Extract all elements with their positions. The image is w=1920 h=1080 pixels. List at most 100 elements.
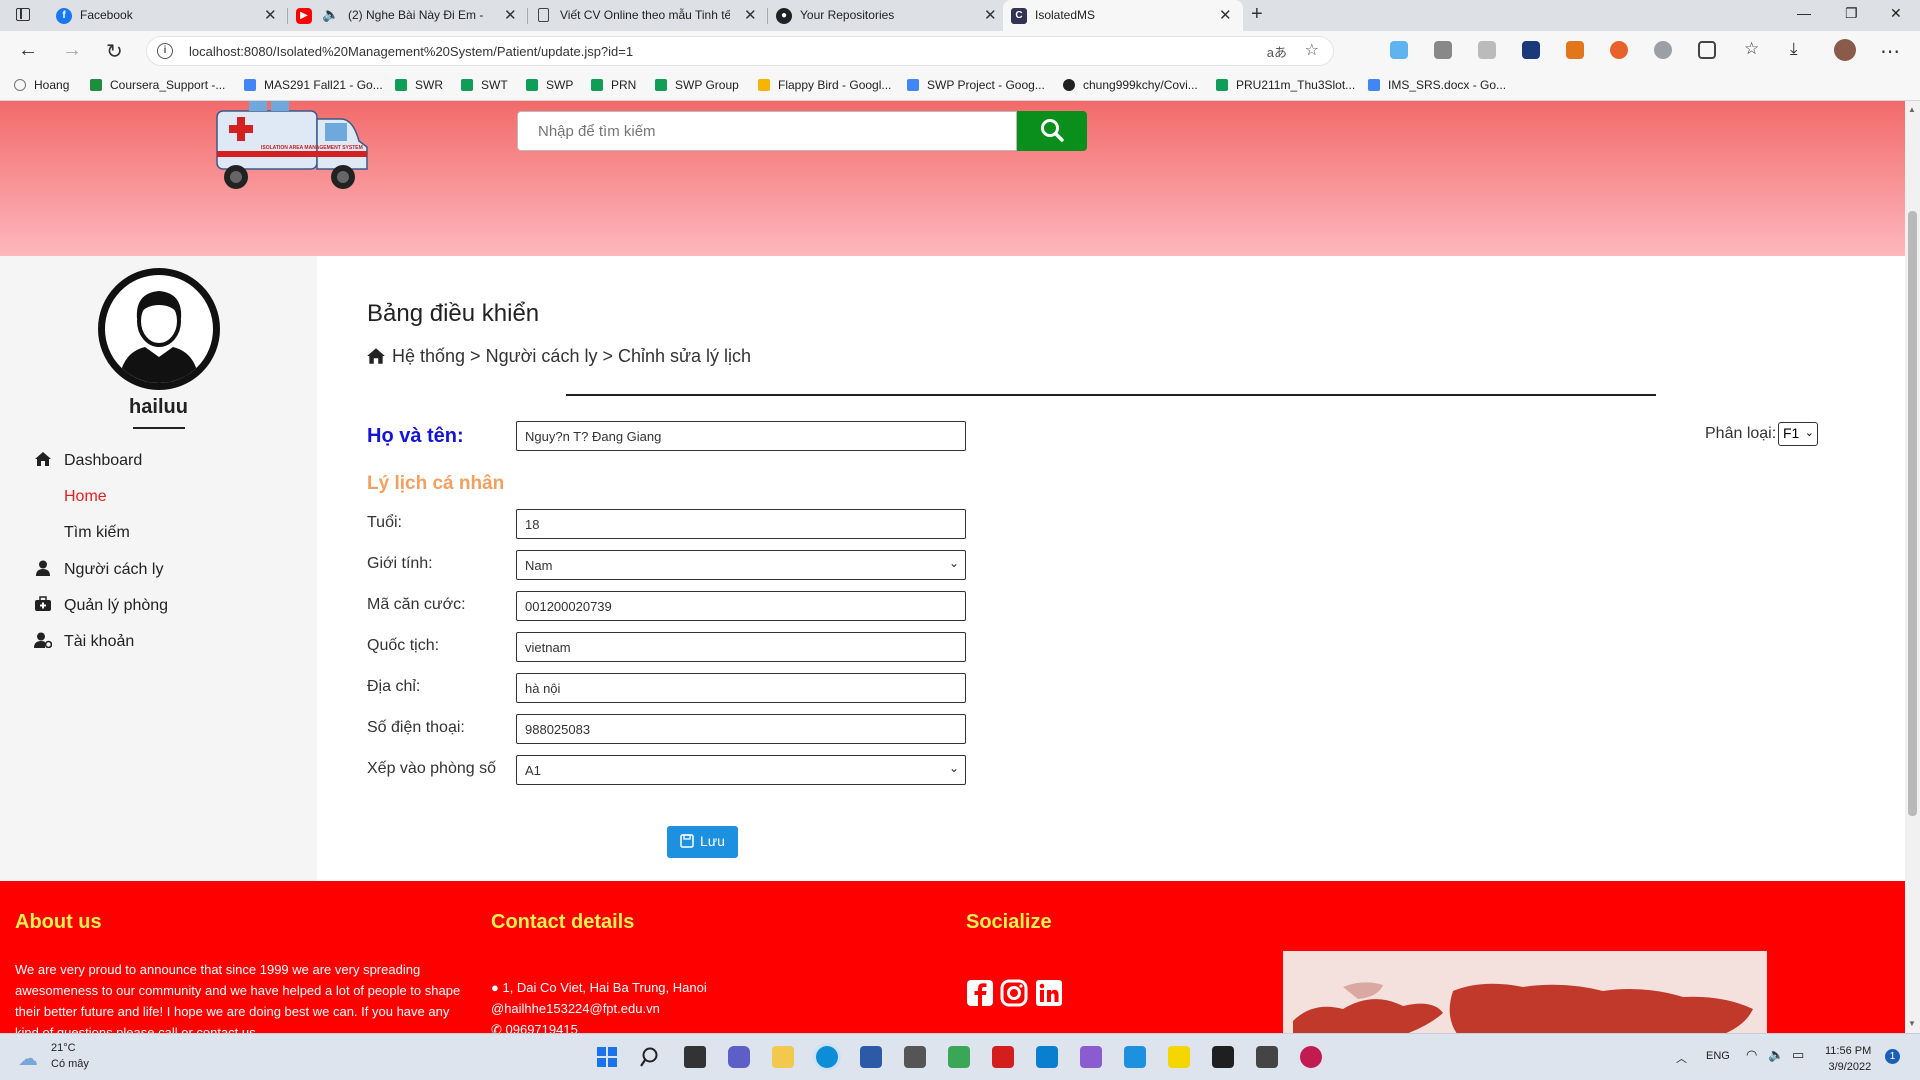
scrollbar-thumb[interactable] bbox=[1908, 211, 1917, 816]
wifi-icon[interactable]: ◠ bbox=[1746, 1047, 1757, 1063]
breadcrumb-text[interactable]: Hệ thống > Người cách ly > Chỉnh sửa lý … bbox=[392, 346, 751, 366]
visual-studio-icon[interactable] bbox=[1080, 1046, 1102, 1068]
phone-input[interactable]: 988025083 bbox=[516, 714, 966, 744]
more-icon[interactable]: ⋯ bbox=[1880, 39, 1900, 64]
bookmark-item[interactable]: PRU211m_Thu3Slot... bbox=[1216, 78, 1355, 92]
close-window-icon[interactable]: ✕ bbox=[1890, 5, 1902, 22]
close-icon[interactable]: ✕ bbox=[744, 6, 757, 24]
back-icon[interactable]: ← bbox=[18, 39, 38, 62]
extension-icon[interactable] bbox=[1654, 41, 1672, 59]
search-button[interactable] bbox=[1017, 111, 1087, 151]
tab-isolatedms[interactable]: C IsolatedMS ✕ bbox=[1003, 0, 1243, 31]
edge-browser-icon[interactable] bbox=[816, 1046, 838, 1068]
todo-icon[interactable] bbox=[1124, 1046, 1146, 1068]
sidebar-item-rooms[interactable]: Quản lý phòng bbox=[34, 596, 168, 615]
close-icon[interactable]: ✕ bbox=[504, 6, 517, 24]
sidebar-item-home[interactable]: Home bbox=[64, 488, 107, 506]
extension-icon[interactable] bbox=[1478, 41, 1496, 59]
tab-facebook[interactable]: f Facebook ✕ bbox=[48, 0, 288, 31]
sidebar-item-dashboard[interactable]: Dashboard bbox=[34, 451, 142, 470]
bookmark-item[interactable]: MAS291 Fall21 - Go... bbox=[244, 78, 383, 92]
room-select[interactable]: A1 ⌄ bbox=[516, 755, 966, 785]
home-icon[interactable] bbox=[366, 347, 386, 365]
sidebar-item-search[interactable]: Tìm kiếm bbox=[64, 524, 130, 542]
favorite-star-icon[interactable]: ☆ bbox=[1305, 40, 1319, 60]
battery-icon[interactable]: ▭ bbox=[1792, 1047, 1804, 1063]
save-button[interactable]: Lưu bbox=[667, 826, 738, 858]
bookmark-item[interactable]: SWT bbox=[461, 78, 508, 92]
notification-badge[interactable]: 1 bbox=[1885, 1049, 1900, 1064]
unity-hub-icon[interactable] bbox=[1256, 1046, 1278, 1068]
page-scrollbar[interactable]: ▲ ▼ bbox=[1905, 101, 1920, 1033]
close-icon[interactable]: ✕ bbox=[984, 6, 997, 24]
sticky-notes-icon[interactable] bbox=[1168, 1046, 1190, 1068]
bookmark-item[interactable]: SWP Project - Goog... bbox=[907, 78, 1045, 92]
security-shield-icon[interactable] bbox=[860, 1046, 882, 1068]
volume-icon[interactable]: 🔈 bbox=[1768, 1047, 1784, 1063]
bookmark-item[interactable]: Flappy Bird - Googl... bbox=[758, 78, 891, 92]
close-icon[interactable]: ✕ bbox=[1219, 6, 1232, 24]
classify-select[interactable]: F1 ⌄ bbox=[1778, 422, 1818, 446]
file-explorer-icon[interactable] bbox=[772, 1046, 794, 1068]
reload-icon[interactable]: ↻ bbox=[106, 39, 123, 64]
profile-avatar-icon[interactable] bbox=[1834, 39, 1856, 61]
email-line[interactable]: @hailhhe153224@fpt.edu.vn bbox=[491, 1001, 660, 1016]
rider-icon[interactable] bbox=[1300, 1046, 1322, 1068]
read-aloud-icon[interactable]: aあ bbox=[1267, 42, 1287, 61]
bookmark-item[interactable]: SWR bbox=[395, 78, 443, 92]
bookmark-item[interactable]: IMS_SRS.docx - Go... bbox=[1368, 78, 1506, 92]
favorites-icon[interactable]: ☆ bbox=[1744, 39, 1759, 59]
age-input[interactable]: 18 bbox=[516, 509, 966, 539]
id-number-input[interactable]: 001200020739 bbox=[516, 591, 966, 621]
extension-icon[interactable] bbox=[1390, 41, 1408, 59]
teams-chat-icon[interactable] bbox=[728, 1046, 750, 1068]
extension-icon[interactable] bbox=[1610, 41, 1628, 59]
linkedin-icon[interactable] bbox=[1035, 979, 1063, 1007]
search-input[interactable] bbox=[517, 111, 1017, 151]
task-view-icon[interactable] bbox=[684, 1046, 706, 1068]
sidebar-item-account[interactable]: Tài khoản bbox=[34, 632, 134, 651]
extensions-puzzle-icon[interactable] bbox=[1698, 41, 1716, 59]
bookmark-item[interactable]: SWP bbox=[526, 78, 573, 92]
search-icon[interactable] bbox=[640, 1046, 662, 1068]
bookmark-item[interactable]: Hoang bbox=[14, 78, 69, 92]
bookmark-item[interactable]: SWP Group bbox=[655, 78, 739, 92]
gender-select[interactable]: Nam ⌄ bbox=[516, 550, 966, 580]
forward-icon[interactable]: → bbox=[62, 39, 82, 62]
new-tab-button[interactable]: + bbox=[1251, 3, 1263, 26]
url-text[interactable]: localhost:8080/Isolated%20Management%20S… bbox=[189, 44, 633, 59]
tab-actions-icon[interactable] bbox=[16, 8, 30, 21]
bookmark-item[interactable]: chung999kchy/Covi... bbox=[1063, 78, 1198, 92]
extension-icon[interactable] bbox=[1522, 41, 1540, 59]
scroll-up-icon[interactable]: ▲ bbox=[1908, 105, 1916, 114]
bookmark-item[interactable]: PRN bbox=[591, 78, 636, 92]
instagram-icon[interactable] bbox=[1000, 979, 1028, 1007]
address-bar[interactable]: i localhost:8080/Isolated%20Management%2… bbox=[146, 36, 1334, 66]
language-indicator[interactable]: ENG bbox=[1706, 1050, 1730, 1062]
tab-cv[interactable]: Viết CV Online theo mẫu Tinh tế ✕ bbox=[528, 0, 768, 31]
clock[interactable]: 11:56 PM 3/9/2022 bbox=[1825, 1043, 1871, 1075]
metamask-icon[interactable] bbox=[1566, 41, 1584, 59]
extension-icon[interactable] bbox=[1434, 41, 1452, 59]
site-info-icon[interactable]: i bbox=[157, 43, 173, 59]
speaker-icon[interactable]: 🔈 bbox=[322, 6, 339, 23]
downloads-icon[interactable]: ⤓ bbox=[1790, 39, 1798, 59]
restore-icon[interactable]: ❐ bbox=[1845, 5, 1858, 22]
close-icon[interactable]: ✕ bbox=[264, 6, 277, 24]
facebook-icon[interactable] bbox=[966, 979, 994, 1007]
address-input[interactable]: hà nội bbox=[516, 673, 966, 703]
nationality-input[interactable]: vietnam bbox=[516, 632, 966, 662]
unity-icon[interactable] bbox=[904, 1046, 926, 1068]
sidebar-item-patients[interactable]: Người cách ly bbox=[34, 560, 163, 579]
tab-github[interactable]: ● Your Repositories ✕ bbox=[768, 0, 1008, 31]
filezilla-icon[interactable] bbox=[992, 1046, 1014, 1068]
scroll-down-icon[interactable]: ▼ bbox=[1908, 1019, 1916, 1028]
snipping-tool-icon[interactable] bbox=[948, 1046, 970, 1068]
windows-start-icon[interactable] bbox=[596, 1046, 618, 1068]
pycharm-icon[interactable] bbox=[1212, 1046, 1234, 1068]
vscode-icon[interactable] bbox=[1036, 1046, 1058, 1068]
bookmark-item[interactable]: Coursera_Support -... bbox=[90, 78, 225, 92]
fullname-input[interactable]: Nguy?n T? Đang Giang bbox=[516, 421, 966, 451]
minimize-icon[interactable]: — bbox=[1797, 5, 1811, 21]
tab-youtube[interactable]: ▶ 🔈 (2) Nghe Bài Này Đi Em - Sp ✕ bbox=[288, 0, 528, 31]
